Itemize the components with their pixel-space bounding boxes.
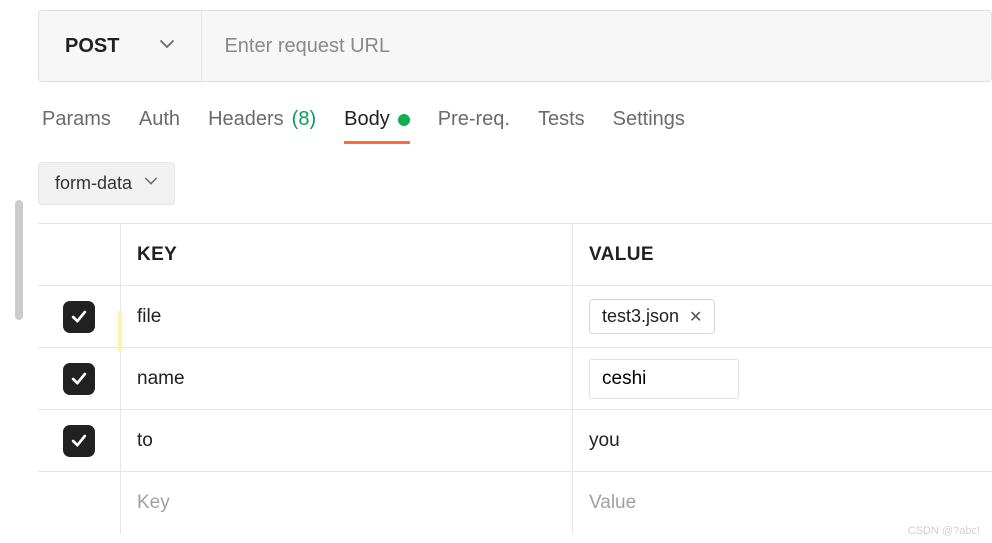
file-chip: test3.json ✕ <box>589 299 715 334</box>
remove-file-icon[interactable]: ✕ <box>689 307 702 327</box>
scrollbar[interactable] <box>15 200 23 320</box>
table-row: file test3.json ✕ <box>38 286 992 348</box>
http-method-selector[interactable]: POST <box>39 11 202 81</box>
table-header: KEY VALUE <box>38 224 992 286</box>
body-indicator-icon <box>398 114 410 126</box>
tab-body[interactable]: Body <box>344 108 410 144</box>
tab-body-label: Body <box>344 108 390 131</box>
row-checkbox[interactable] <box>63 425 95 457</box>
header-key: KEY <box>120 224 572 285</box>
url-input[interactable] <box>202 11 991 81</box>
watermark: CSDN @?abc! <box>908 525 980 537</box>
tab-params[interactable]: Params <box>42 108 111 141</box>
value-input[interactable] <box>589 359 739 399</box>
tab-headers[interactable]: Headers (8) <box>208 108 316 141</box>
key-placeholder[interactable]: Key <box>120 472 572 534</box>
tab-tests[interactable]: Tests <box>538 108 585 141</box>
table-row-placeholder[interactable]: Key Value <box>38 472 992 534</box>
tab-headers-label: Headers <box>208 108 284 131</box>
tab-auth[interactable]: Auth <box>139 108 180 141</box>
body-type-label: form-data <box>55 173 132 194</box>
value-cell[interactable] <box>572 348 992 409</box>
headers-count: (8) <box>292 108 316 131</box>
body-type-selector[interactable]: form-data <box>38 162 175 205</box>
tab-prereq[interactable]: Pre-req. <box>438 108 510 141</box>
table-row: to you <box>38 410 992 472</box>
key-cell[interactable]: file <box>120 286 572 347</box>
row-checkbox[interactable] <box>63 363 95 395</box>
tab-settings[interactable]: Settings <box>613 108 685 141</box>
edit-highlight <box>118 311 122 351</box>
value-cell[interactable]: test3.json ✕ <box>572 286 992 347</box>
header-value: VALUE <box>572 224 992 285</box>
form-data-table: KEY VALUE file test3.json ✕ <box>38 223 992 534</box>
request-tabs: Params Auth Headers (8) Body Pre-req. Te… <box>38 108 992 144</box>
value-cell[interactable]: you <box>572 410 992 471</box>
http-method-label: POST <box>65 35 119 58</box>
chevron-down-icon <box>159 36 175 57</box>
body-type-row: form-data <box>38 162 992 205</box>
chevron-down-icon <box>144 174 158 193</box>
file-name: test3.json <box>602 306 679 327</box>
key-cell[interactable]: name <box>120 348 572 409</box>
row-checkbox[interactable] <box>63 301 95 333</box>
request-url-bar: POST <box>38 10 992 82</box>
table-row: name <box>38 348 992 410</box>
key-cell[interactable]: to <box>120 410 572 471</box>
